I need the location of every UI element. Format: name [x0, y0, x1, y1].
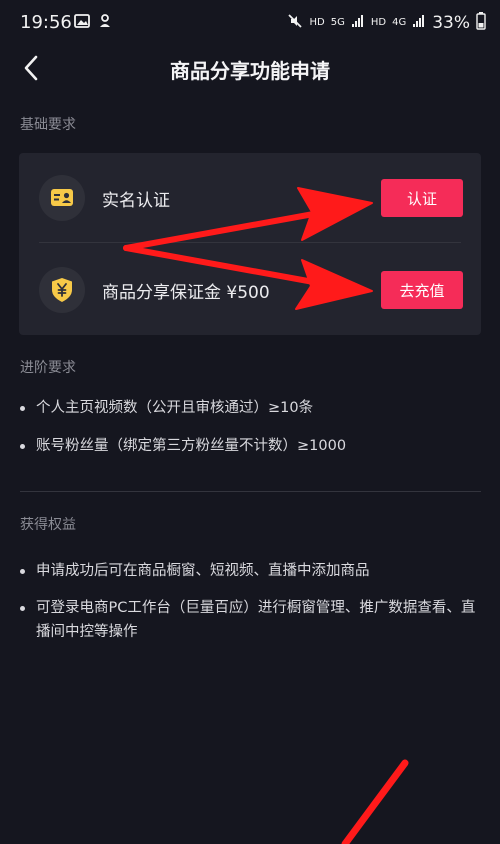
mute-icon [287, 13, 303, 32]
list-item-text: 可登录电商PC工作台（巨量百应）进行橱窗管理、推广数据查看、直播间中控等操作 [36, 600, 476, 640]
section-title-basic: 基础要求 [20, 117, 76, 133]
status-time: 19:56 [20, 12, 72, 33]
battery-level: 33% [432, 12, 470, 33]
section-divider [20, 491, 481, 492]
requirement-row-real-name: 实名认证 认证 [19, 153, 481, 243]
divider [39, 242, 461, 243]
list-item-text: 账号粉丝量（绑定第三方粉丝量不计数）≥1000 [36, 438, 347, 454]
list-item-text: 个人主页视频数（公开且审核通过）≥10条 [36, 400, 314, 416]
verify-button[interactable]: 认证 [381, 179, 463, 217]
page-title: 商品分享功能申请 [170, 59, 330, 83]
bullet-dot [20, 569, 25, 574]
image-icon [74, 13, 90, 33]
network-label-5g: 5G [330, 17, 345, 28]
section-title-advanced: 进阶要求 [20, 360, 76, 376]
signal-icon-2 [412, 14, 426, 31]
list-item: 个人主页视频数（公开且审核通过）≥10条 [20, 396, 490, 420]
requirements-card: 实名认证 认证 商品分享保证金 ¥500 去充值 [19, 153, 481, 335]
id-card-icon [39, 175, 85, 221]
yen-shield-icon [39, 267, 85, 313]
status-bar: 19:56 HD 5G HD 4G 33% [0, 0, 500, 46]
section-title-benefits: 获得权益 [20, 517, 76, 533]
requirement-label-deposit: 商品分享保证金 ¥500 [102, 283, 270, 303]
notification-icon [97, 13, 113, 33]
signal-icon [351, 14, 365, 31]
recharge-button[interactable]: 去充值 [381, 271, 463, 309]
bullet-dot [20, 444, 25, 449]
list-item-text: 申请成功后可在商品橱窗、短视频、直播中添加商品 [36, 563, 370, 579]
bullet-dot [20, 406, 25, 411]
requirement-row-deposit: 商品分享保证金 ¥500 去充值 [19, 245, 481, 335]
network-label-hd2: HD [370, 17, 387, 28]
requirement-label-real-name: 实名认证 [102, 191, 170, 211]
battery-icon [476, 12, 486, 33]
list-item: 可登录电商PC工作台（巨量百应）进行橱窗管理、推广数据查看、直播间中控等操作 [20, 596, 482, 644]
network-label-hd1: HD [309, 17, 325, 28]
list-item: 申请成功后可在商品橱窗、短视频、直播中添加商品 [20, 559, 490, 583]
status-indicators: HD 5G HD 4G 33% [287, 12, 486, 33]
network-label-4g: 4G [392, 17, 407, 28]
list-item: 账号粉丝量（绑定第三方粉丝量不计数）≥1000 [20, 434, 490, 458]
bullet-dot [20, 606, 25, 611]
annotation-stroke [341, 759, 409, 844]
nav-bar: 商品分享功能申请 [0, 46, 500, 90]
